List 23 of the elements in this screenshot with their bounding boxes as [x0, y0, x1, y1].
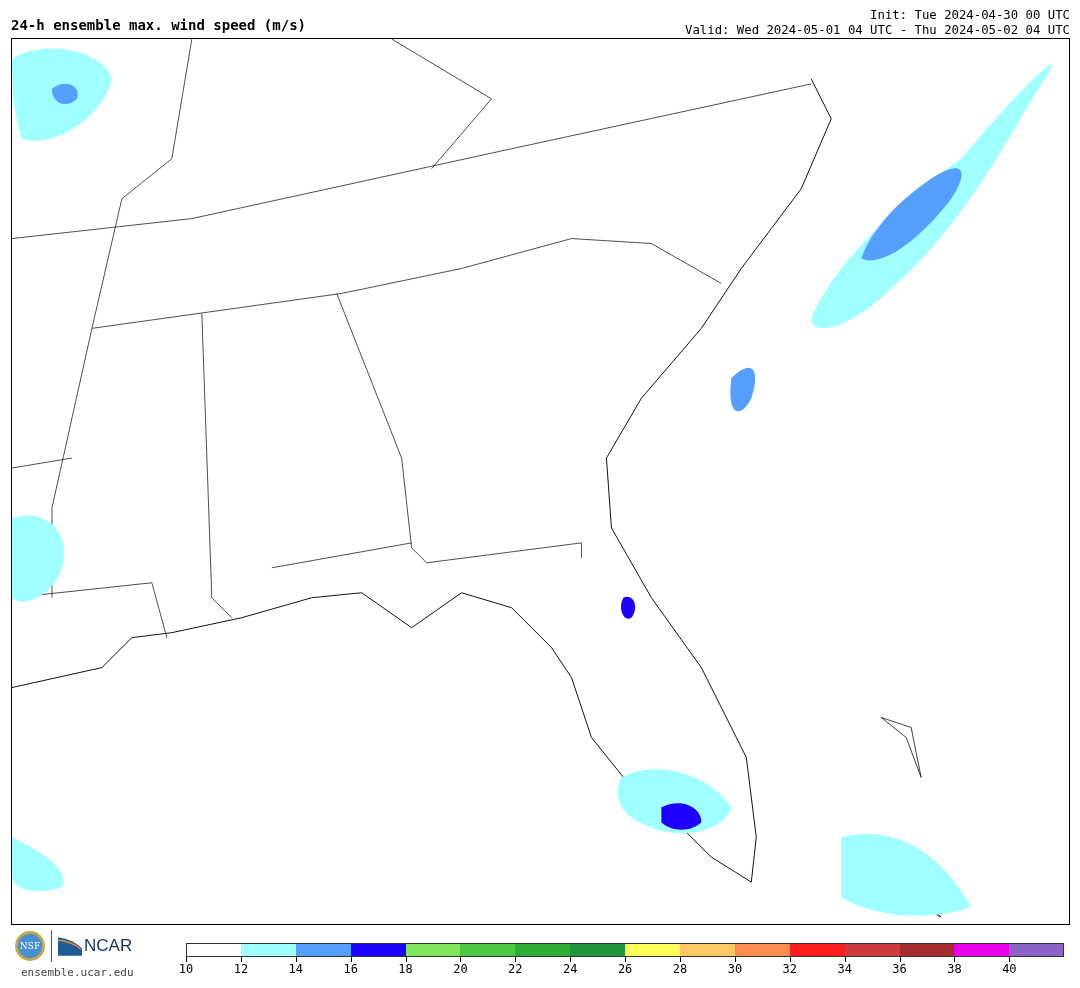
nsf-logo: NSF	[15, 931, 45, 961]
colorbar-label: 34	[837, 962, 852, 976]
colorbar-label: 38	[947, 962, 962, 976]
colorbar-label: 24	[563, 962, 578, 976]
colorbar-label: 14	[288, 962, 303, 976]
website-url: ensemble.ucar.edu	[21, 966, 134, 979]
colorbar-label: 20	[453, 962, 468, 976]
init-time: Init: Tue 2024-04-30 00 UTC	[869, 8, 1070, 23]
colorbar-label: 28	[672, 962, 688, 976]
colorbar-label: 18	[398, 962, 413, 976]
colorbar-label: 12	[233, 962, 249, 976]
valid-time: Valid: Wed 2024-05-01 04 UTC - Thu 2024-05-02 04 UTC	[685, 22, 1070, 37]
colorbar-label: 16	[343, 962, 358, 976]
ncar-logo-icon	[58, 936, 82, 956]
colorbar-label: 40	[1002, 962, 1017, 976]
colorbar-label: 36	[892, 962, 907, 976]
colorbar-label: 26	[617, 962, 633, 976]
colorbar-label: 30	[727, 962, 743, 976]
ncar-logo-text: NCAR	[84, 936, 133, 956]
colorbar-label: 10	[178, 962, 194, 976]
chart-title: 24-h ensemble max. wind speed (m/s)	[11, 17, 306, 35]
colorbar-label: 22	[508, 962, 523, 976]
colorbar-label: 32	[782, 962, 797, 976]
